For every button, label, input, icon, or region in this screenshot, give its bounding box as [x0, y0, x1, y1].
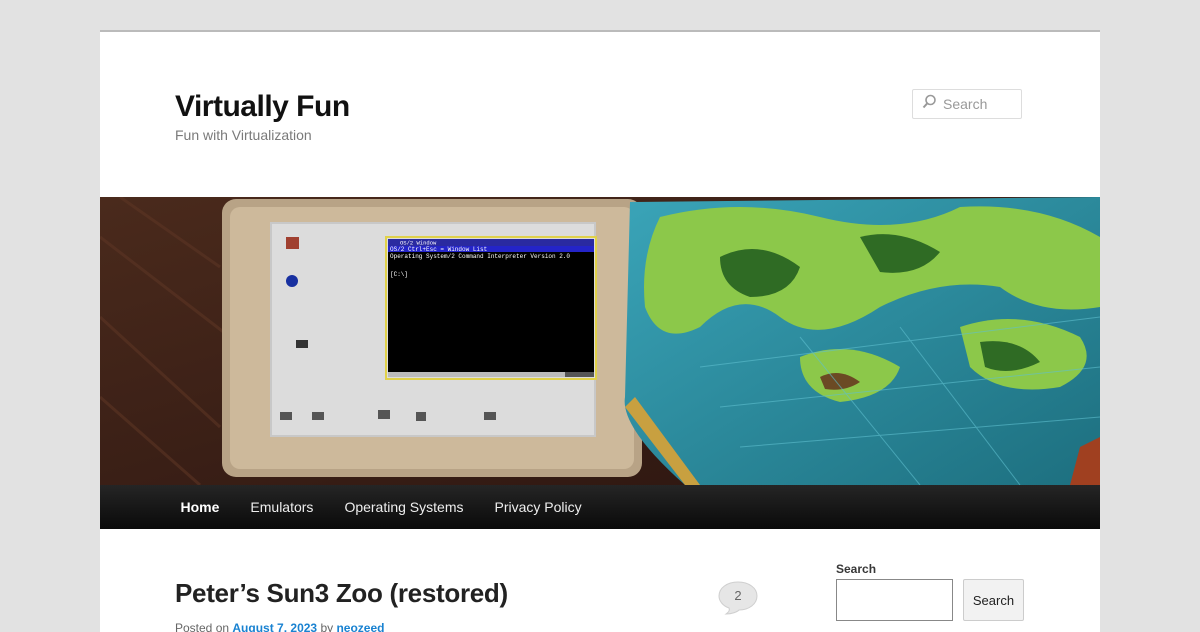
site-title[interactable]: Virtually Fun — [175, 90, 350, 124]
page: Virtually Fun Fun with Virtualization Se… — [100, 30, 1100, 632]
post-meta: Posted on August 7, 2023 by neozeed — [175, 621, 384, 632]
post-date-link[interactable]: August 7, 2023 — [232, 621, 317, 632]
comment-count: 2 — [734, 588, 742, 603]
sidebar-search-input[interactable] — [836, 579, 953, 621]
nav-item-emulators[interactable]: Emulators — [235, 485, 329, 529]
main-nav: Home Emulators Operating Systems Privacy… — [100, 485, 1100, 529]
sidebar-search-button[interactable]: Search — [963, 579, 1024, 621]
header-image: OS/2 Window OS/2 Ctrl+Esc = Window List … — [100, 197, 1100, 485]
terminal-line: OS/2 Ctrl+Esc = Window List — [390, 246, 487, 253]
nav-item-home[interactable]: Home — [165, 485, 235, 529]
by-label: by — [320, 621, 334, 632]
terminal-prompt: [C:\] — [390, 271, 408, 278]
comment-count-bubble[interactable]: 2 — [718, 581, 758, 615]
post-author-link[interactable]: neozeed — [336, 621, 384, 632]
sidebar-search-label: Search — [836, 562, 877, 576]
site-description: Fun with Virtualization — [175, 127, 312, 143]
search-icon — [921, 94, 941, 115]
header-search[interactable] — [912, 89, 1022, 119]
header-search-input[interactable] — [941, 96, 1019, 112]
nav-item-privacy-policy[interactable]: Privacy Policy — [479, 485, 597, 529]
nav-item-operating-systems[interactable]: Operating Systems — [329, 485, 479, 529]
terminal-line: Operating System/2 Command Interpreter V… — [390, 253, 570, 260]
post-title[interactable]: Peter’s Sun3 Zoo (restored) — [175, 578, 508, 609]
posted-on-label: Posted on — [175, 621, 230, 632]
